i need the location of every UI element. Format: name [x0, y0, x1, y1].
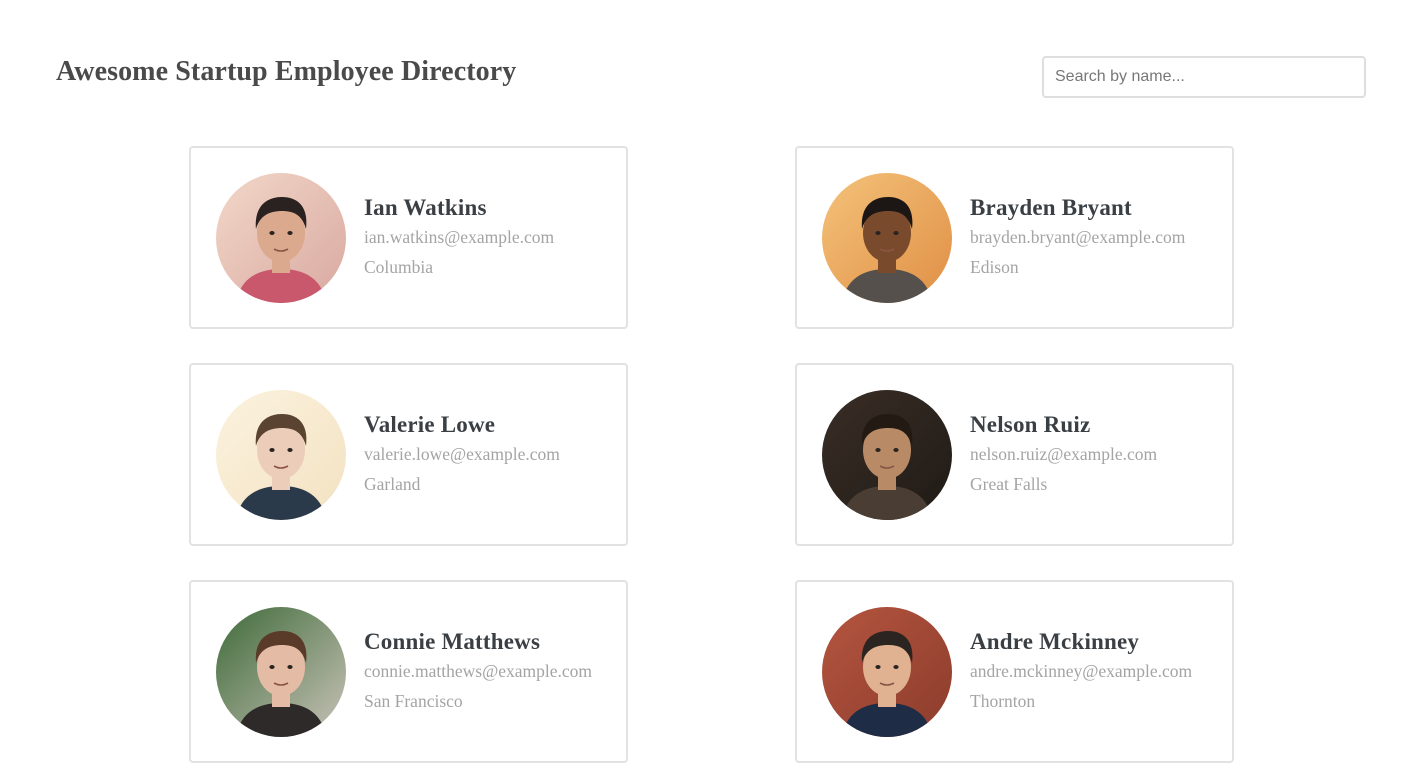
employee-email: nelson.ruiz@example.com — [970, 444, 1158, 464]
employee-card[interactable]: Brayden Bryant brayden.bryant@example.com… — [795, 146, 1234, 329]
employee-name: Valerie Lowe — [364, 412, 496, 437]
employee-info: Connie Matthews connie.matthews@example.c… — [364, 628, 592, 711]
person-photo-icon — [822, 390, 952, 520]
employee-name: Connie Matthews — [364, 629, 541, 654]
avatar — [216, 607, 346, 737]
employee-name: Brayden Bryant — [970, 195, 1132, 220]
employee-email: brayden.bryant@example.com — [970, 227, 1186, 247]
employee-info: Nelson Ruiz nelson.ruiz@example.com Great … — [970, 411, 1157, 494]
employee-info: Ian Watkins ian.watkins@example.com Columb… — [364, 194, 554, 277]
employee-card[interactable]: Andre Mckinney andre.mckinney@example.com… — [795, 580, 1234, 763]
employee-name: Nelson Ruiz — [970, 412, 1091, 437]
avatar — [822, 390, 952, 520]
person-photo-icon — [216, 607, 346, 737]
employee-card[interactable]: Valerie Lowe valerie.lowe@example.com Garl… — [189, 363, 628, 546]
search-input[interactable] — [1042, 56, 1366, 98]
avatar — [216, 390, 346, 520]
employee-city: San Francisco — [364, 691, 463, 711]
employee-city: Thornton — [970, 691, 1036, 711]
avatar — [216, 173, 346, 303]
person-photo-icon — [216, 173, 346, 303]
person-photo-icon — [822, 607, 952, 737]
employee-city: Columbia — [364, 257, 434, 277]
employee-email: andre.mckinney@example.com — [970, 661, 1193, 681]
person-photo-icon — [822, 173, 952, 303]
employee-email: valerie.lowe@example.com — [364, 444, 560, 464]
employee-city: Great Falls — [970, 474, 1048, 494]
employee-email: connie.matthews@example.com — [364, 661, 592, 681]
employee-info: Valerie Lowe valerie.lowe@example.com Garl… — [364, 411, 560, 494]
employee-card[interactable]: Nelson Ruiz nelson.ruiz@example.com Great … — [795, 363, 1234, 546]
employee-info: Brayden Bryant brayden.bryant@example.com… — [970, 194, 1185, 277]
avatar — [822, 607, 952, 737]
employee-email: ian.watkins@example.com — [364, 227, 555, 247]
employee-city: Garland — [364, 474, 421, 494]
employee-name: Andre Mckinney — [970, 629, 1140, 654]
employee-name: Ian Watkins — [364, 195, 487, 220]
avatar — [822, 173, 952, 303]
employee-city: Edison — [970, 257, 1019, 277]
employee-card[interactable]: Connie Matthews connie.matthews@example.c… — [189, 580, 628, 763]
employee-card[interactable]: Ian Watkins ian.watkins@example.com Columb… — [189, 146, 628, 329]
person-photo-icon — [216, 390, 346, 520]
employee-info: Andre Mckinney andre.mckinney@example.com… — [970, 628, 1192, 711]
page-title: Awesome Startup Employee Directory — [56, 56, 517, 87]
